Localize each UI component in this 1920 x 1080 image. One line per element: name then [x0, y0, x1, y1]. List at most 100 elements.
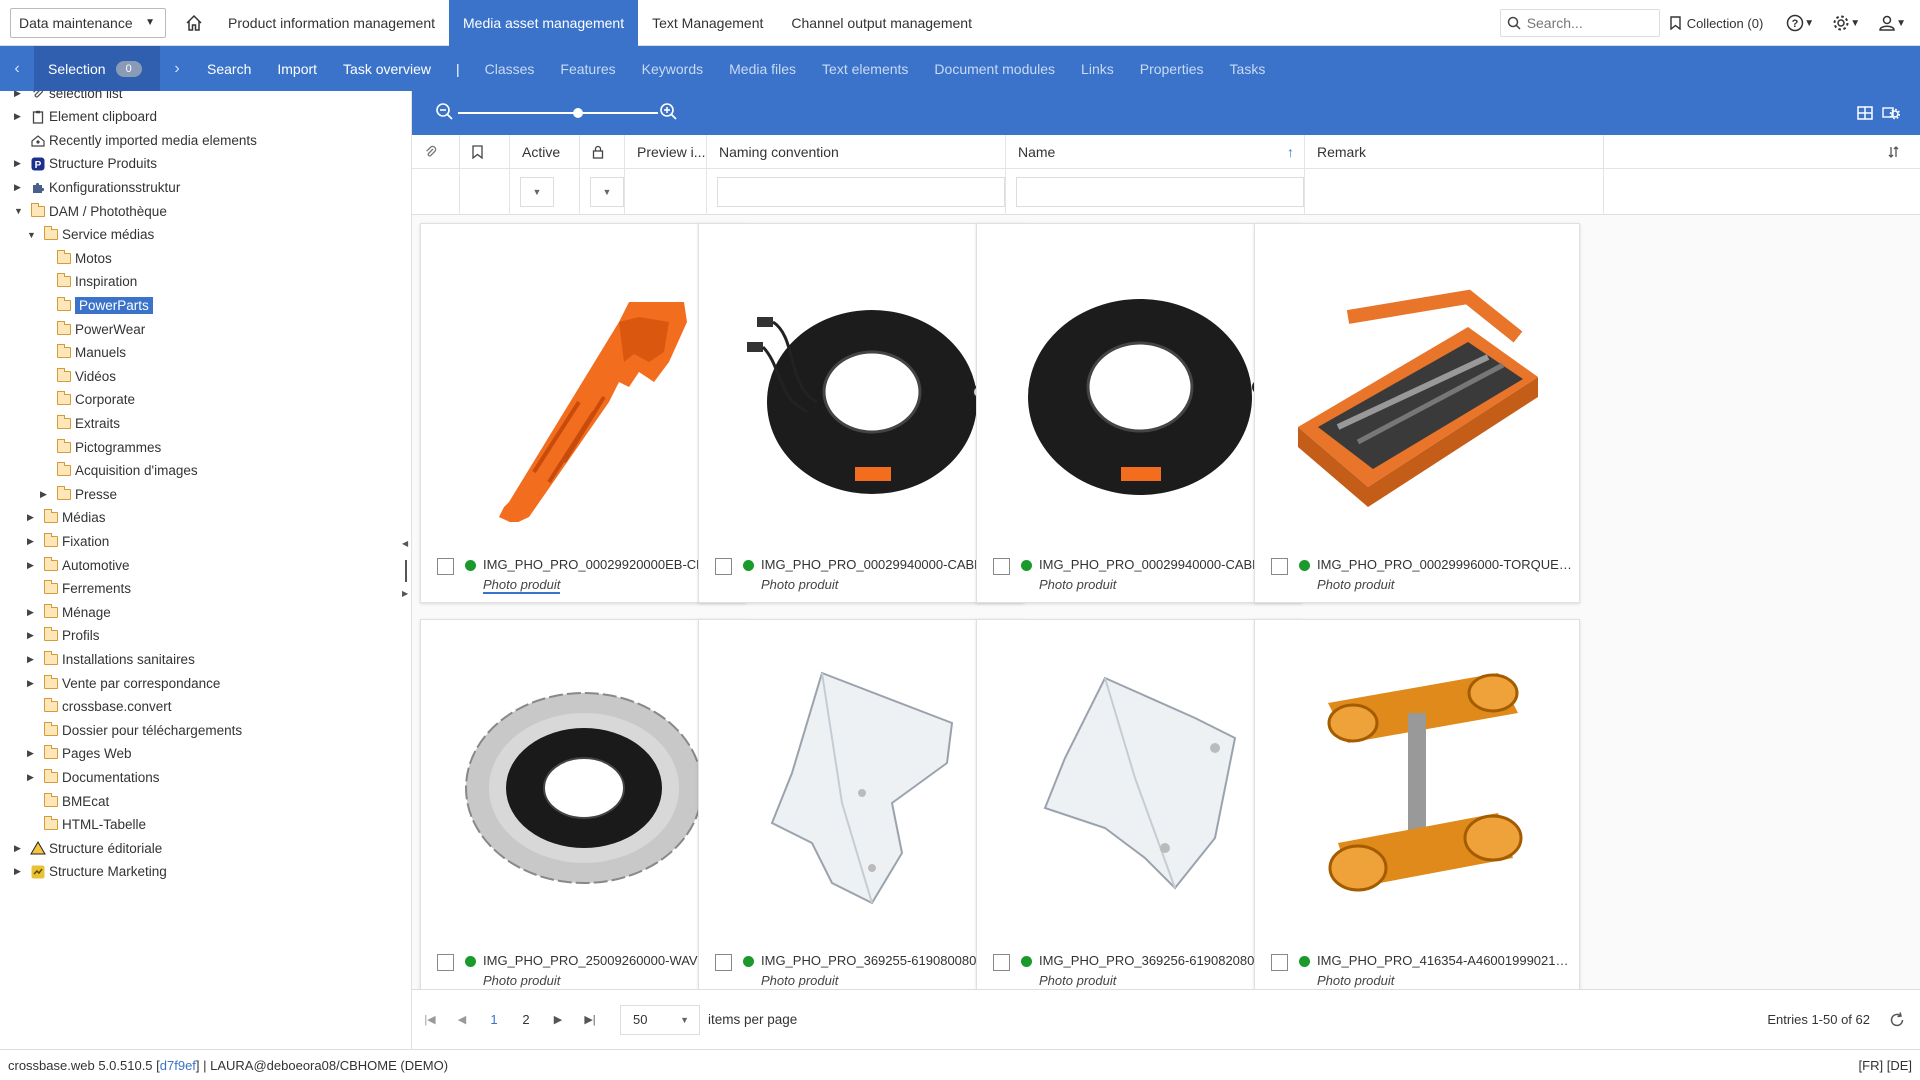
tree-node-pictogrammes[interactable]: Pictogrammes — [40, 435, 161, 459]
media-select-checkbox[interactable] — [1271, 954, 1288, 971]
tree-node-html-tabelle[interactable]: HTML-Tabelle — [27, 813, 146, 837]
language-switcher[interactable]: [FR] [DE] — [1859, 1058, 1912, 1073]
tree-node-dam-phototh-que[interactable]: ▼ DAM / Photothèque — [14, 199, 167, 223]
view-settings-icon[interactable] — [1882, 104, 1900, 122]
zoom-in-icon[interactable] — [658, 101, 680, 123]
tree-node-powerwear[interactable]: PowerWear — [40, 317, 145, 341]
items-per-page-select[interactable]: 50 ▼ — [620, 1004, 700, 1035]
tree-node-dossier-pour-t-l-chargements[interactable]: Dossier pour téléchargements — [27, 718, 242, 742]
tree-node-extraits[interactable]: Extraits — [40, 411, 120, 435]
media-select-checkbox[interactable] — [437, 954, 454, 971]
tree-node-fixation[interactable]: ▶ Fixation — [27, 529, 109, 553]
column-active[interactable]: Active — [510, 135, 580, 169]
global-search-input[interactable]: Search... — [1499, 9, 1660, 37]
settings-menu-button[interactable]: ▼ — [1832, 14, 1860, 32]
collapsed-toggle-icon[interactable]: ▶ — [27, 630, 37, 641]
tab-channel-output-management[interactable]: Channel output management — [777, 0, 986, 46]
naming-convention-filter-input[interactable] — [717, 177, 1005, 207]
previous-page-icon[interactable]: ◀ — [446, 1013, 478, 1026]
media-select-checkbox[interactable] — [437, 558, 454, 575]
collapsed-toggle-icon[interactable]: ▶ — [27, 607, 37, 618]
tree-node-vid-os[interactable]: Vidéos — [40, 364, 116, 388]
nav-keywords[interactable]: Keywords — [629, 61, 716, 77]
nav-task-overview[interactable]: Task overview — [330, 61, 444, 77]
splitter-grip[interactable] — [405, 560, 407, 582]
tree-node-profils[interactable]: ▶ Profils — [27, 624, 100, 648]
name-filter-input[interactable] — [1016, 177, 1304, 207]
media-select-checkbox[interactable] — [715, 558, 732, 575]
tree-node-ferrements[interactable]: Ferrements — [27, 577, 131, 601]
collapsed-toggle-icon[interactable]: ▶ — [27, 560, 37, 571]
nav-search[interactable]: Search — [194, 61, 264, 77]
nav-import[interactable]: Import — [264, 61, 330, 77]
column-name[interactable]: Name ↑ — [1006, 135, 1305, 169]
collapsed-toggle-icon[interactable]: ▶ — [14, 158, 24, 169]
zoom-out-icon[interactable] — [434, 101, 456, 123]
column-naming-convention[interactable]: Naming convention — [707, 135, 1006, 169]
collection-button[interactable]: Collection (0) — [1669, 16, 1763, 31]
nav-back-button[interactable]: ‹ — [0, 46, 34, 91]
tree-node-structure-ditoriale[interactable]: ▶ Structure éditoriale — [14, 836, 162, 860]
column-lock[interactable] — [580, 135, 625, 169]
collapsed-toggle-icon[interactable]: ▶ — [14, 843, 24, 854]
nav-classes[interactable]: Classes — [472, 61, 548, 77]
column-bookmark[interactable] — [460, 135, 510, 169]
tree-node-structure-produits[interactable]: ▶ P Structure Produits — [14, 152, 157, 176]
tree-node-acquisition-d-images[interactable]: Acquisition d'images — [40, 459, 198, 483]
tree-node-element-clipboard[interactable]: ▶ Element clipboard — [14, 105, 157, 129]
collapsed-toggle-icon[interactable]: ▶ — [27, 772, 37, 783]
media-thumbnail[interactable] — [1265, 232, 1571, 552]
tree-node-automotive[interactable]: ▶ Automotive — [27, 553, 130, 577]
zoom-slider-handle[interactable] — [573, 108, 583, 118]
collapsed-toggle-icon[interactable]: ▶ — [40, 489, 50, 500]
expand-right-icon[interactable]: ▶ — [402, 589, 408, 598]
grid-view-icon[interactable] — [1856, 104, 1874, 122]
collapse-left-icon[interactable]: ◀ — [402, 539, 408, 548]
tab-media-asset-management[interactable]: Media asset management — [449, 0, 639, 46]
nav-features[interactable]: Features — [547, 61, 628, 77]
expanded-toggle-icon[interactable]: ▼ — [14, 206, 24, 216]
collapsed-toggle-icon[interactable]: ▶ — [27, 748, 37, 759]
tree-node-manuels[interactable]: Manuels — [40, 341, 126, 365]
tree-node-m-dias[interactable]: ▶ Médias — [27, 506, 106, 530]
refresh-icon[interactable] — [1888, 1011, 1906, 1029]
media-select-checkbox[interactable] — [993, 954, 1010, 971]
nav-links[interactable]: Links — [1068, 61, 1127, 77]
media-select-checkbox[interactable] — [715, 954, 732, 971]
media-thumbnail[interactable] — [1265, 628, 1571, 948]
nav-tasks[interactable]: Tasks — [1217, 61, 1279, 77]
column-sort-order[interactable] — [1604, 135, 1920, 169]
module-select[interactable]: Data maintenance ▼ — [10, 7, 166, 38]
page-1-button[interactable]: 1 — [478, 1012, 510, 1027]
column-preview[interactable]: Preview i... — [625, 135, 707, 169]
tree-node-m-nage[interactable]: ▶ Ménage — [27, 600, 111, 624]
collapsed-toggle-icon[interactable]: ▶ — [14, 111, 24, 122]
collapsed-toggle-icon[interactable]: ▶ — [14, 866, 24, 877]
nav-document-modules[interactable]: Document modules — [921, 61, 1068, 77]
collapsed-toggle-icon[interactable]: ▶ — [27, 654, 37, 665]
tree-node-selection-list[interactable]: ▶ selection list — [14, 91, 123, 105]
media-thumbnail[interactable] — [987, 232, 1293, 552]
tree-node-crossbase-convert[interactable]: crossbase.convert — [27, 695, 172, 719]
collapsed-toggle-icon[interactable]: ▶ — [27, 512, 37, 523]
tree-node-motos[interactable]: Motos — [40, 246, 112, 270]
page-2-button[interactable]: 2 — [510, 1012, 542, 1027]
nav-media-files[interactable]: Media files — [716, 61, 809, 77]
tree-node-corporate[interactable]: Corporate — [40, 388, 135, 412]
zoom-slider-track[interactable] — [458, 112, 658, 114]
collapsed-toggle-icon[interactable]: ▶ — [27, 678, 37, 689]
user-menu-button[interactable]: ▼ — [1878, 14, 1906, 32]
media-card[interactable]: IMG_PHO_PRO_416354-A460019990210... Photo… — [1254, 619, 1580, 989]
nav-properties[interactable]: Properties — [1127, 61, 1217, 77]
selection-tab[interactable]: Selection 0 — [34, 46, 160, 91]
help-menu-button[interactable]: ? ▼ — [1786, 14, 1814, 32]
first-page-icon[interactable]: |◀ — [414, 1013, 446, 1026]
media-thumbnail[interactable] — [431, 628, 737, 948]
tab-product-information-management[interactable]: Product information management — [214, 0, 449, 46]
tree-node-powerparts[interactable]: PowerParts — [40, 293, 153, 317]
tree-node-vente-par-correspondance[interactable]: ▶ Vente par correspondance — [27, 671, 220, 695]
media-card[interactable]: IMG_PHO_PRO_00029996000-TORQUE-... Photo … — [1254, 223, 1580, 603]
media-thumbnail[interactable] — [987, 628, 1293, 948]
next-page-icon[interactable]: ▶ — [542, 1013, 574, 1026]
nav-text-elements[interactable]: Text elements — [809, 61, 921, 77]
